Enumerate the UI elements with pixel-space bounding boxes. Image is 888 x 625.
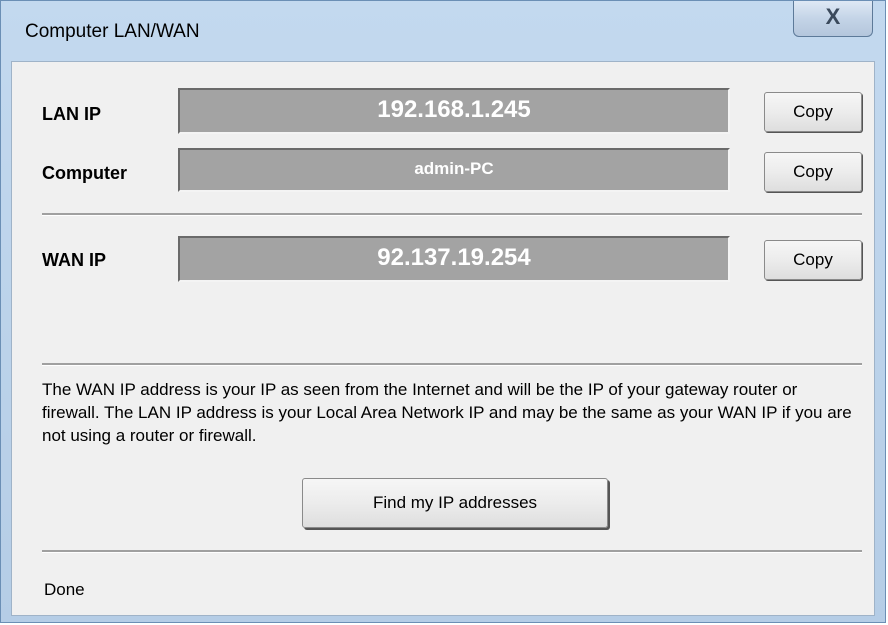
lan-ip-label: LAN IP <box>42 104 102 124</box>
wan-ip-label: WAN IP <box>42 250 107 270</box>
separator-top <box>42 213 862 216</box>
info-text: The WAN IP address is your IP as seen fr… <box>42 380 852 445</box>
computer-label: Computer <box>42 163 127 183</box>
wan-ip-field: 92.137.19.254 <box>178 236 730 282</box>
find-ip-addresses-button[interactable]: Find my IP addresses <box>302 478 608 528</box>
status-text: Done <box>44 580 85 599</box>
title-bar[interactable]: Computer LAN/WAN X <box>1 1 887 61</box>
lan-ip-field: 192.168.1.245 <box>178 88 730 134</box>
close-button[interactable]: X <box>793 1 873 37</box>
copy-lan-ip-button[interactable]: Copy <box>764 92 862 132</box>
copy-computer-name-button[interactable]: Copy <box>764 152 862 192</box>
close-icon: X <box>825 4 841 29</box>
dialog-client-area: LAN IP 192.168.1.245 Copy Computer admin… <box>11 61 875 616</box>
separator-middle <box>42 363 862 366</box>
dialog-window: Computer LAN/WAN X LAN IP 192.168.1.245 … <box>0 0 886 623</box>
window-title: Computer LAN/WAN <box>25 21 200 42</box>
copy-wan-ip-button[interactable]: Copy <box>764 240 862 280</box>
separator-bottom <box>42 550 862 553</box>
computer-name-field: admin-PC <box>178 148 730 192</box>
